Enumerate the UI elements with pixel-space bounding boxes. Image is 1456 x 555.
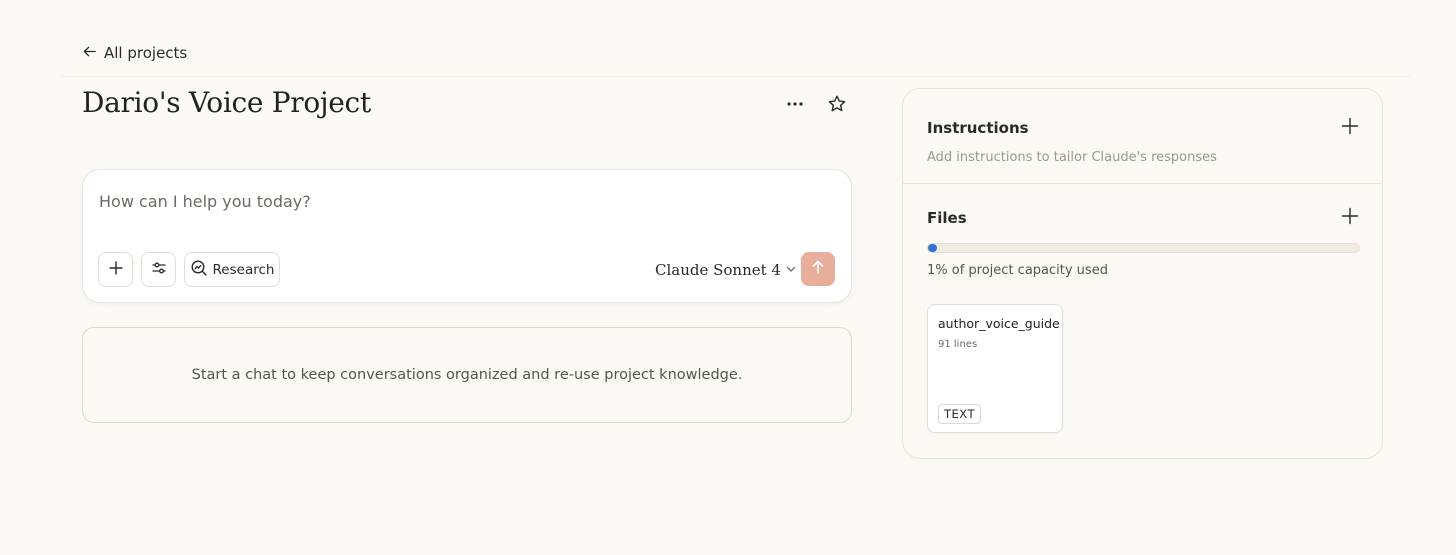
plus-icon [1341,117,1359,139]
search-icon [190,259,208,281]
research-label: Research [212,261,275,278]
tools-settings-button[interactable] [141,252,176,287]
file-name: author_voice_guide.x [938,316,1060,331]
instructions-hint: Add instructions to tailor Claude's resp… [927,150,1217,165]
section-divider [903,183,1382,184]
research-button[interactable]: Research [184,252,280,287]
all-projects-label: All projects [104,44,188,62]
file-type-badge: TEXT [938,404,981,424]
all-projects-link[interactable]: All projects [82,41,187,65]
send-button[interactable] [801,252,835,286]
file-card[interactable]: author_voice_guide.x 91 lines TEXT [927,304,1063,433]
file-line-count: 91 lines [938,339,978,350]
instructions-title: Instructions [927,119,1029,137]
add-instructions-button[interactable] [1339,117,1361,139]
capacity-bar [927,243,1360,253]
empty-chats-text: Start a chat to keep conversations organ… [191,367,743,383]
plus-icon [1341,207,1359,229]
capacity-bar-fill [928,244,937,252]
chat-input[interactable] [99,188,799,214]
star-project-button[interactable] [824,93,850,119]
sliders-icon [151,260,167,280]
arrow-left-icon [82,44,97,63]
empty-chats-message: Start a chat to keep conversations organ… [82,327,852,423]
plus-icon [108,260,124,280]
page-title: Dario's Voice Project [82,86,371,119]
files-title: Files [927,209,967,227]
project-knowledge-panel: Instructions Add instructions to tailor … [902,88,1383,459]
star-icon [827,94,847,118]
add-files-button[interactable] [1339,207,1361,229]
model-selector[interactable]: Claude Sonnet 4 [655,257,797,283]
header-divider [60,76,1410,77]
arrow-up-icon [810,259,826,279]
model-label: Claude Sonnet 4 [655,261,781,279]
ellipsis-icon [785,94,805,118]
more-options-button[interactable] [782,93,808,119]
chevron-down-icon [785,261,797,279]
project-page: All projects Dario's Voice Project How c… [0,0,1456,555]
title-actions [782,93,850,119]
chat-composer: Research Claude Sonnet 4 [82,169,852,303]
add-content-button[interactable] [98,252,133,287]
capacity-text: 1% of project capacity used [927,263,1108,278]
